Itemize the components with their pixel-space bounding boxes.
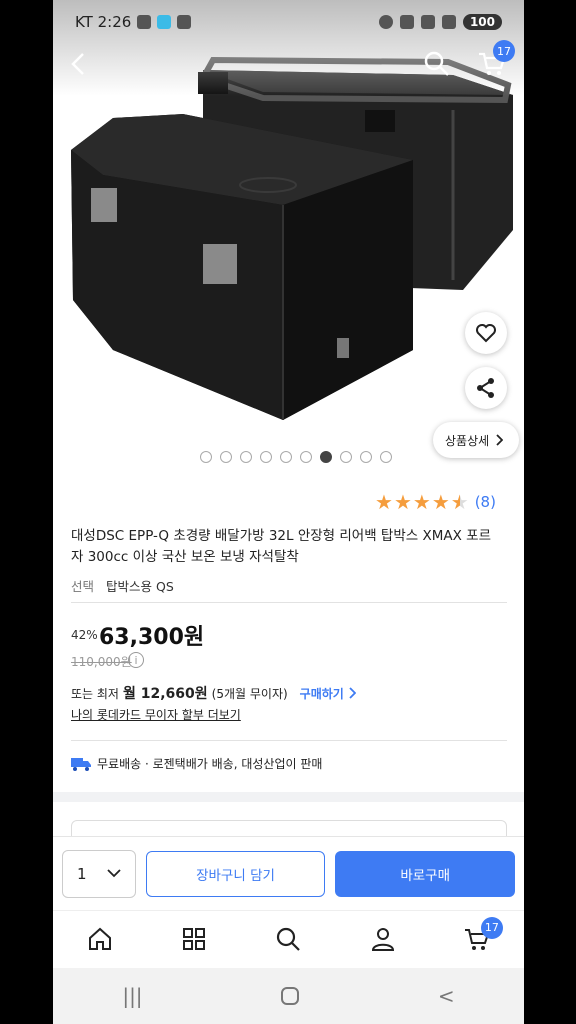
pagination-dot[interactable] <box>360 451 372 463</box>
installment-prefix: 또는 최저 <box>71 686 119 701</box>
divider <box>71 740 507 741</box>
pagination-dot[interactable] <box>200 451 212 463</box>
product-detail-label: 상품상세 <box>445 433 490 448</box>
purchase-action-bar: 1 장바구니 담기 바로구매 <box>53 836 524 910</box>
nav-my-page[interactable] <box>363 919 403 959</box>
heart-icon <box>476 324 496 343</box>
shipping-info: 무료배송 · 로젠택배가 배송, 대성산업이 판매 <box>71 755 322 772</box>
star-icon: ★ <box>450 490 469 514</box>
discount-rate: 42% <box>71 628 98 642</box>
discord-icon <box>177 15 192 29</box>
gallery-pagination <box>200 451 392 463</box>
chevron-right-icon <box>496 434 504 446</box>
search-icon <box>277 927 301 951</box>
back-button[interactable] <box>69 50 89 82</box>
info-icon[interactable]: i <box>128 652 144 668</box>
add-to-cart-button[interactable]: 장바구니 담기 <box>145 850 326 897</box>
pagination-dot[interactable] <box>380 451 392 463</box>
share-icon <box>477 378 494 398</box>
user-icon <box>371 927 394 951</box>
notification-icon <box>137 15 152 29</box>
nav-categories[interactable] <box>174 919 214 959</box>
battery-indicator: 100 <box>462 14 502 30</box>
product-title: 대성DSC EPP-Q 초경량 배달가방 32L 안장형 리어백 탑박스 XMA… <box>71 528 491 565</box>
pagination-dot[interactable] <box>340 451 352 463</box>
pagination-dot[interactable] <box>320 451 332 463</box>
app-screen: KT 2:26 100 17 상품상세 ★ ★ ★ ★ ★ (8) 대성DSC … <box>53 0 524 1024</box>
product-detail-button[interactable]: 상품상세 <box>433 422 520 458</box>
buy-now-button[interactable]: 바로구매 <box>335 850 515 897</box>
nav-home[interactable] <box>80 919 120 959</box>
cart-count-badge: 17 <box>480 916 503 939</box>
star-icon: ★ <box>393 490 412 514</box>
system-back-icon[interactable]: < <box>438 984 455 1008</box>
truck-icon <box>71 757 91 771</box>
installment-detail: (5개월 무이자) <box>211 686 288 701</box>
pagination-dot[interactable] <box>280 451 292 463</box>
nav-search[interactable] <box>268 919 308 959</box>
share-button[interactable] <box>465 367 507 409</box>
recent-apps-icon[interactable]: ||| <box>122 984 142 1008</box>
star-icon: ★ <box>375 490 393 514</box>
chevron-right-icon <box>349 687 356 699</box>
installment-row: 또는 최저 월 12,660원 (5개월 무이자) 구매하기 <box>71 683 356 703</box>
wishlist-button[interactable] <box>465 312 507 354</box>
option-row[interactable]: 선택 탑박스용 QS <box>71 576 174 595</box>
review-count[interactable]: (8) <box>475 493 496 511</box>
star-icon: ★ <box>431 490 450 514</box>
nav-cart[interactable]: 17 <box>457 916 503 959</box>
installment-amount: 월 12,660원 <box>122 686 208 702</box>
signal-icon <box>441 15 456 29</box>
quantity-value: 1 <box>77 864 87 883</box>
section-separator <box>53 792 524 802</box>
quantity-selector[interactable]: 1 <box>62 849 136 898</box>
original-price: 110,000원 <box>71 655 132 669</box>
app-notification-icon <box>157 15 172 29</box>
status-time: KT 2:26 <box>75 13 132 31</box>
location-icon <box>378 15 393 29</box>
chevron-left-icon <box>71 53 84 75</box>
pagination-dot[interactable] <box>240 451 252 463</box>
chevron-down-icon <box>107 869 121 878</box>
card-installment-link[interactable]: 나의 롯데카드 무이자 할부 더보기 <box>71 706 241 723</box>
cart-button[interactable]: 17 <box>477 40 515 82</box>
status-bar: KT 2:26 100 <box>53 0 524 44</box>
wifi-icon <box>420 15 435 29</box>
grid-icon <box>183 927 206 950</box>
search-icon <box>424 51 449 76</box>
installment-buy-link[interactable]: 구매하기 <box>300 685 344 702</box>
bottom-navigation: 17 <box>53 910 524 966</box>
system-navigation-bar: ||| < <box>53 968 524 1024</box>
sale-price: 63,300원 <box>99 625 205 650</box>
divider <box>71 602 507 603</box>
pagination-dot[interactable] <box>220 451 232 463</box>
volte-icon <box>399 15 414 29</box>
pagination-dot[interactable] <box>300 451 312 463</box>
home-icon <box>89 927 112 950</box>
shipping-text: 무료배송 · 로젠택배가 배송, 대성산업이 판매 <box>97 757 323 771</box>
search-button[interactable] <box>423 50 451 82</box>
option-label: 선택 <box>71 579 95 594</box>
option-value: 탑박스용 QS <box>106 579 174 594</box>
rating-summary[interactable]: ★ ★ ★ ★ ★ (8) <box>375 492 496 512</box>
home-circle-icon[interactable] <box>281 987 300 1005</box>
star-rating: ★ ★ ★ ★ ★ <box>375 492 469 512</box>
pagination-dot[interactable] <box>260 451 272 463</box>
star-icon: ★ <box>412 490 431 514</box>
